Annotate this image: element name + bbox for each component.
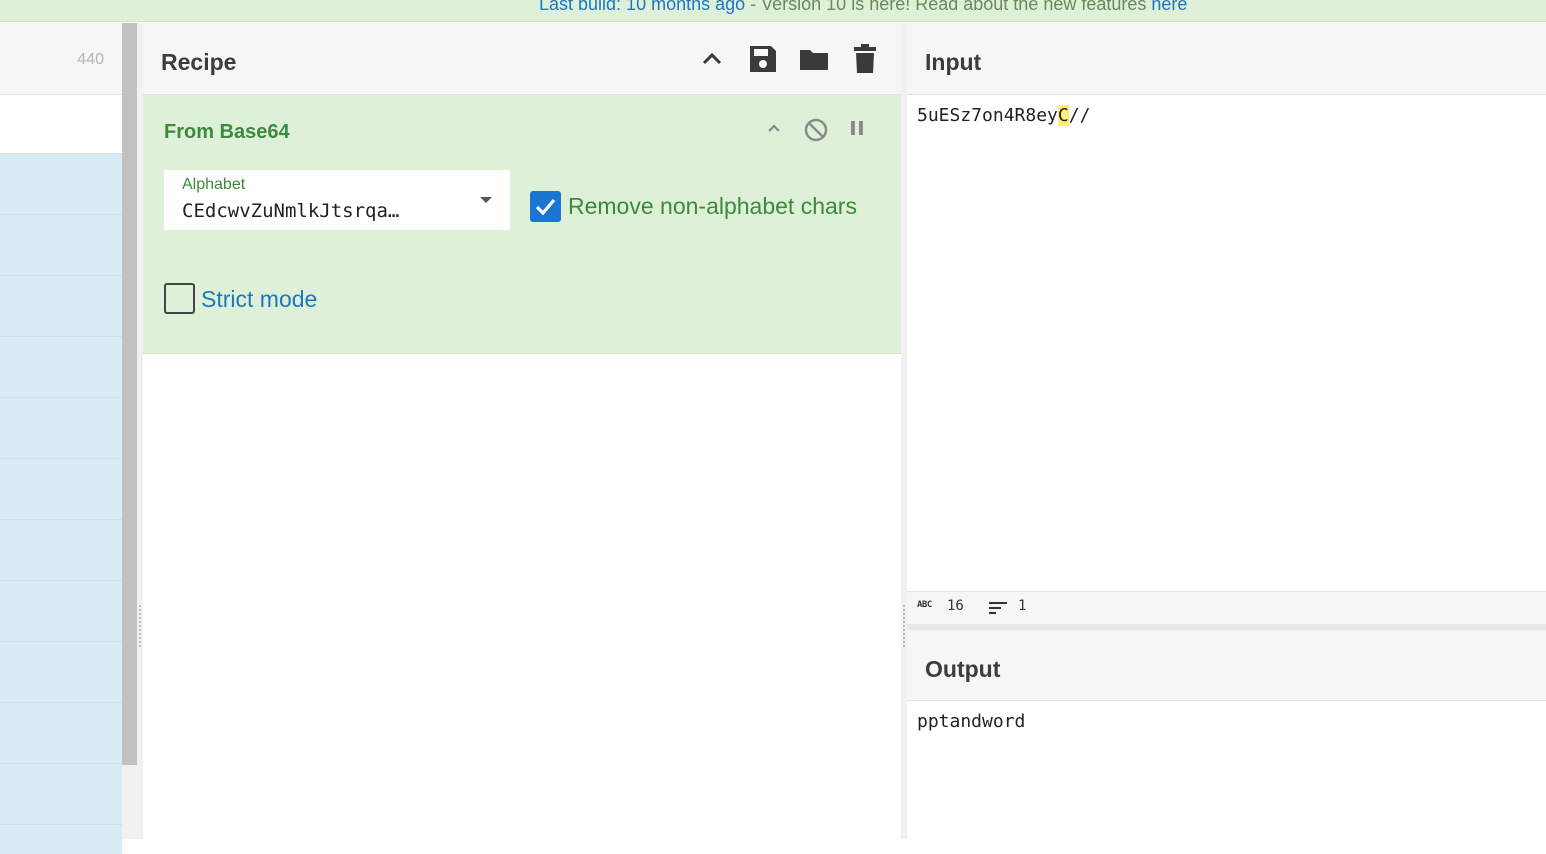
banner-message: - Version 10 is here! Read about the new… [745, 0, 1152, 14]
operations-list [0, 154, 122, 854]
input-header: Input [907, 23, 1546, 95]
input-text-end: // [1068, 105, 1091, 126]
folder-icon[interactable] [798, 43, 830, 75]
trash-icon[interactable] [849, 43, 881, 75]
list-item[interactable] [0, 703, 122, 764]
input-highlighted-char: C [1057, 105, 1069, 126]
alphabet-value: CEdcwvZuNmlkJtsrqa… [182, 200, 400, 222]
list-item[interactable] [0, 459, 122, 520]
input-textarea[interactable]: 5uESz7on4R8eyC// [917, 105, 1090, 126]
notification-banner: Last build: 10 months ago - Version 10 i… [0, 0, 1546, 22]
operations-header: 440 [0, 23, 122, 95]
remove-non-alphabet-checkbox[interactable] [530, 191, 561, 222]
dropdown-caret-icon[interactable] [480, 197, 492, 203]
collapse-operation-icon[interactable] [763, 117, 785, 144]
recipe-header: Recipe [143, 23, 901, 95]
banner-text: Last build: 10 months ago - Version 10 i… [539, 0, 1187, 15]
strict-mode-label[interactable]: Strict mode [201, 286, 317, 313]
line-count: 1 [1018, 598, 1027, 614]
output-title: Output [925, 656, 1001, 682]
list-item[interactable] [0, 337, 122, 398]
line-count-icon [989, 601, 1007, 619]
list-item[interactable] [0, 398, 122, 459]
input-title: Input [925, 49, 982, 75]
output-text[interactable]: pptandword [917, 711, 1025, 732]
save-icon[interactable] [747, 43, 779, 75]
list-item[interactable] [0, 276, 122, 337]
remove-non-alphabet-label[interactable]: Remove non-alphabet chars [568, 193, 857, 220]
list-item[interactable] [0, 520, 122, 581]
list-item[interactable] [0, 154, 122, 215]
strict-mode-checkbox[interactable] [164, 283, 195, 314]
last-build-link[interactable]: Last build: 10 months ago [539, 0, 745, 14]
alphabet-dropdown[interactable]: Alphabet CEdcwvZuNmlkJtsrqa… [164, 170, 510, 230]
input-text: 5uESz7on4R8ey [917, 105, 1058, 126]
recipe-title: Recipe [161, 49, 237, 75]
operations-scrollbar-thumb[interactable] [122, 23, 137, 765]
operations-count: 440 [77, 51, 104, 68]
from-base64-operation: From Base64 Alphabet CEdcwvZuNmlkJtsrqa…… [143, 95, 901, 354]
io-pane: Input 5uESz7on4R8eyC// ABC 16 1 Output p… [907, 23, 1546, 839]
operations-search-input[interactable] [0, 95, 122, 154]
operations-pane: 440 [0, 23, 122, 854]
list-item[interactable] [0, 215, 122, 276]
new-features-link[interactable]: here [1151, 0, 1187, 14]
list-item[interactable] [0, 764, 122, 825]
input-status-bar: ABC 16 1 [907, 591, 1546, 624]
output-header: Output [907, 630, 1546, 701]
recipe-pane: Recipe From Base64 Alphabet CEdcwvZuNmlk… [143, 23, 901, 839]
breakpoint-pause-icon[interactable] [847, 117, 869, 144]
chevron-up-icon[interactable] [696, 43, 728, 75]
disable-operation-icon[interactable] [803, 117, 829, 148]
char-count: 16 [947, 598, 964, 614]
list-item[interactable] [0, 642, 122, 703]
list-item[interactable] [0, 581, 122, 642]
left-splitter-grip[interactable] [139, 605, 141, 647]
middle-splitter-grip[interactable] [903, 605, 905, 647]
char-count-icon: ABC [917, 600, 932, 610]
operation-title: From Base64 [164, 121, 290, 143]
operations-scrollbar-track[interactable] [122, 765, 137, 839]
alphabet-label: Alphabet [182, 176, 246, 193]
